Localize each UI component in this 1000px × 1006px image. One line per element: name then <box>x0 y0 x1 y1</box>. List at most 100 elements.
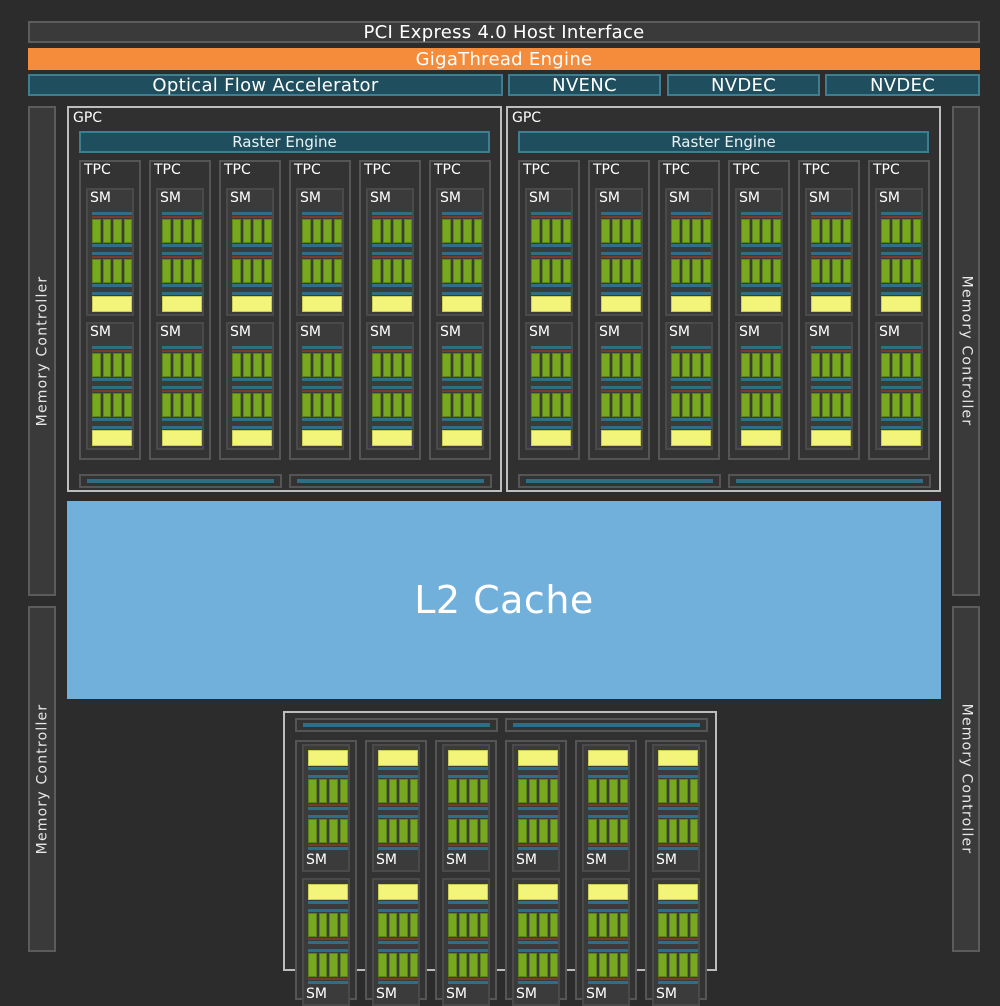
cuda-core-block <box>403 219 412 243</box>
cuda-core-block <box>539 819 548 843</box>
cuda-core-block <box>92 393 101 417</box>
cuda-core-block <box>333 219 342 243</box>
sm-unit-line <box>588 775 628 778</box>
sm-l1-cache <box>302 430 342 446</box>
sm-unit-line <box>518 909 558 912</box>
sm-cuda-cores <box>442 219 482 243</box>
cuda-core-block <box>409 913 418 937</box>
sm-cuda-cores <box>308 953 348 977</box>
sm-unit-line <box>92 284 132 287</box>
sm-cuda-cores <box>518 819 558 843</box>
cuda-core-block <box>318 819 327 843</box>
sm-label: SM <box>656 986 677 1002</box>
cuda-core-block <box>102 259 111 283</box>
sm-unit-line <box>658 981 698 984</box>
cuda-core-block <box>562 353 571 377</box>
cuda-core-block <box>263 393 272 417</box>
sm-unit-line <box>308 775 348 778</box>
cuda-core-block <box>382 219 391 243</box>
sm-unit-line <box>601 252 641 255</box>
cuda-core-block <box>619 953 628 977</box>
pcie-label: PCI Express 4.0 Host Interface <box>363 21 645 43</box>
cuda-core-block <box>671 219 680 243</box>
cuda-core-block <box>562 259 571 283</box>
cuda-core-block <box>448 953 457 977</box>
cuda-core-block <box>388 913 397 937</box>
sm-cuda-cores <box>658 953 698 977</box>
cuda-core-block <box>772 259 781 283</box>
cuda-core-block <box>679 953 688 977</box>
sm-unit-line <box>531 244 571 247</box>
cuda-core-block <box>689 953 698 977</box>
cuda-core-block <box>452 259 461 283</box>
sm-cuda-cores <box>162 259 202 283</box>
sm-l1-cache <box>442 296 482 312</box>
sm-cuda-cores <box>448 913 488 937</box>
sm-label: SM <box>300 324 321 340</box>
cuda-core-block <box>323 393 332 417</box>
cuda-core-block <box>622 219 631 243</box>
memory-controller-right-bottom: Memory Controller <box>952 606 980 952</box>
sm-unit-line <box>162 426 202 429</box>
nvdec-block-1: NVDEC <box>667 74 820 96</box>
optical-flow-accelerator: Optical Flow Accelerator <box>28 74 503 96</box>
sm-cuda-cores <box>531 353 571 377</box>
cuda-core-block <box>619 779 628 803</box>
sm-unit-line <box>162 244 202 247</box>
sm-unit-line <box>232 346 272 349</box>
cuda-core-block <box>679 819 688 843</box>
sm-cuda-cores <box>658 819 698 843</box>
sm-unit-line <box>531 252 571 255</box>
cuda-core-block <box>323 353 332 377</box>
nvdec-block-2: NVDEC <box>825 74 980 96</box>
sm-cuda-cores <box>671 219 711 243</box>
sm-cuda-cores <box>588 779 628 803</box>
sm-cuda-cores <box>232 393 272 417</box>
memory-controller-right-top: Memory Controller <box>952 106 980 596</box>
cuda-core-block <box>891 259 900 283</box>
sm-unit-line <box>741 256 781 258</box>
cuda-core-block <box>302 259 311 283</box>
cuda-core-block <box>891 353 900 377</box>
sm-unit-line <box>378 909 418 912</box>
cuda-core-block <box>549 819 558 843</box>
cuda-core-block <box>541 259 550 283</box>
sm-unit-line <box>741 350 781 352</box>
cuda-core-block <box>399 913 408 937</box>
sm-unit-line <box>518 978 558 980</box>
sm-unit-line <box>881 350 921 352</box>
cuda-core-block <box>609 779 618 803</box>
sm-unit-line <box>308 941 348 944</box>
cuda-core-block <box>183 393 192 417</box>
sm-unit-line <box>232 390 272 392</box>
cuda-core-block <box>689 913 698 937</box>
cuda-core-block <box>681 219 690 243</box>
sm-cuda-cores <box>372 353 412 377</box>
tpc-label: TPC <box>873 162 900 178</box>
sm-unit-line <box>372 418 412 421</box>
tpc-label: TPC <box>593 162 620 178</box>
sm-cuda-cores <box>741 393 781 417</box>
cuda-core-block <box>113 219 122 243</box>
sm-unit-line <box>378 978 418 980</box>
cuda-core-block <box>601 219 610 243</box>
sm-block: SM <box>366 322 414 450</box>
cuda-core-block <box>821 353 830 377</box>
cuda-core-block <box>681 259 690 283</box>
tpc-label: TPC <box>663 162 690 178</box>
sm-block: SM <box>582 744 630 872</box>
sm-unit-line <box>518 847 558 850</box>
sm-cuda-cores <box>442 259 482 283</box>
sm-cuda-cores <box>232 353 272 377</box>
cuda-core-block <box>463 219 472 243</box>
tpc-block: TPC SM SM <box>429 160 491 460</box>
sm-unit-line <box>588 978 628 980</box>
sm-cuda-cores <box>92 353 132 377</box>
sm-unit-line <box>372 426 412 429</box>
sm-unit-line <box>442 284 482 287</box>
cuda-core-block <box>92 259 101 283</box>
sm-unit-line <box>518 815 558 818</box>
cuda-core-block <box>123 219 132 243</box>
sm-unit-line <box>162 256 202 258</box>
cuda-core-block <box>912 353 921 377</box>
